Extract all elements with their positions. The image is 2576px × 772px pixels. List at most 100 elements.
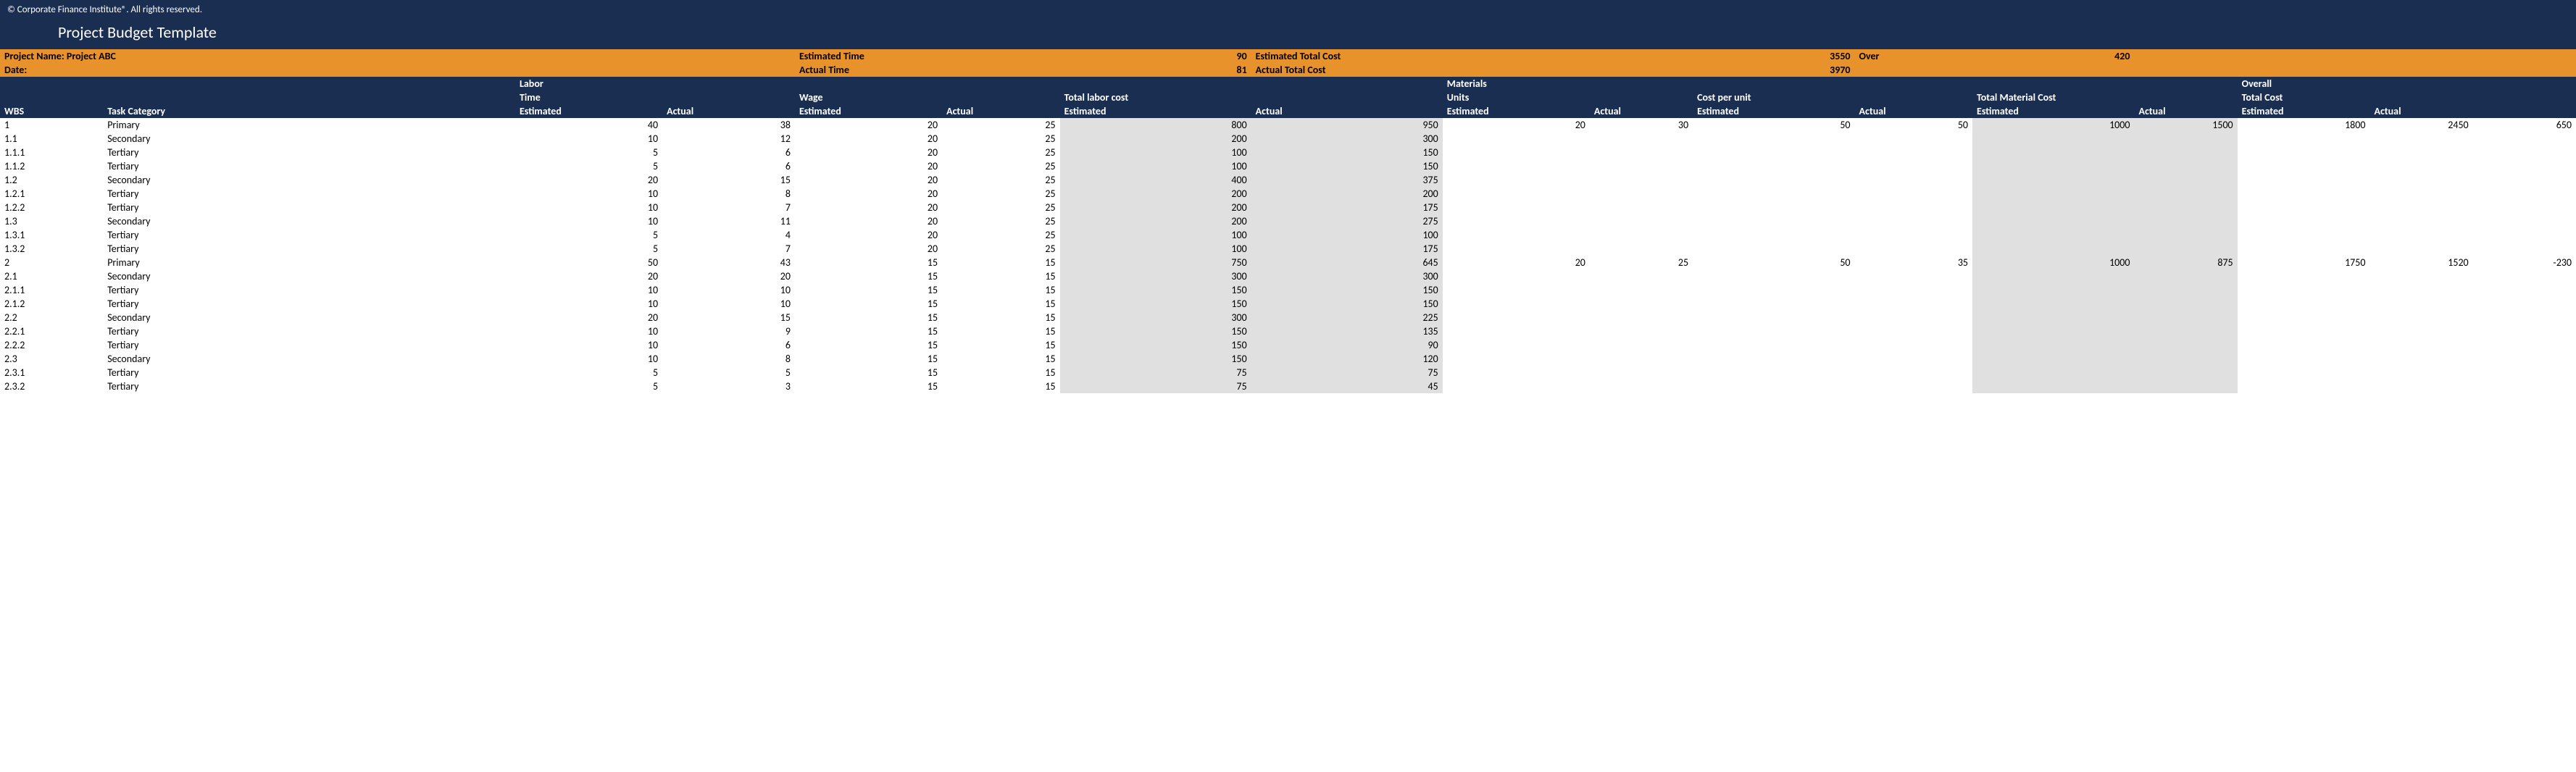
cell-we: 20 (795, 201, 942, 214)
cell-tla: 375 (1251, 173, 1443, 187)
cell-tle: 300 (1060, 311, 1251, 324)
cell-wbs: 2.1 (0, 269, 103, 283)
cell-wbs: 2.2.2 (0, 338, 103, 352)
cell-tma (2134, 297, 2237, 311)
cell-oe (2238, 201, 2370, 214)
cell-oe (2238, 366, 2370, 379)
cell-tle: 800 (1060, 118, 1251, 132)
cell-wa: 15 (942, 352, 1060, 366)
cell-wa: 25 (942, 159, 1060, 173)
cell-cpe (1693, 228, 1854, 242)
table-row: 2.1.1Tertiary10101515150150 (0, 283, 2576, 297)
cell-cpa (1855, 366, 1973, 379)
cell-ta: 10 (662, 297, 795, 311)
cell-te: 5 (515, 242, 662, 256)
cell-cpe (1693, 311, 1854, 324)
cell-oa (2369, 269, 2472, 283)
cell-tla: 100 (1251, 228, 1443, 242)
cell-oe (2238, 379, 2370, 393)
cell-var (2473, 324, 2576, 338)
cell-we: 20 (795, 159, 942, 173)
cell-tla: 275 (1251, 214, 1443, 228)
cell-te: 10 (515, 324, 662, 338)
cell-cpa (1855, 228, 1973, 242)
cell-wbs: 1.2 (0, 173, 103, 187)
cell-wa: 15 (942, 256, 1060, 269)
cell-tla: 175 (1251, 201, 1443, 214)
cell-cpa (1855, 338, 1973, 352)
hdr-units: Units (1443, 91, 1693, 104)
cell-ua (1590, 132, 1693, 146)
cell-tle: 100 (1060, 228, 1251, 242)
cell-tma (2134, 173, 2237, 187)
date-cell: Date: (0, 63, 795, 77)
cell-var: -230 (2473, 256, 2576, 269)
cell-tme (1972, 283, 2134, 297)
cell-te: 5 (515, 228, 662, 242)
hdr-total-material: Total Material Cost (1972, 91, 2238, 104)
table-row: 2.1.2Tertiary10101515150150 (0, 297, 2576, 311)
cell-tle: 400 (1060, 173, 1251, 187)
cell-tle: 200 (1060, 214, 1251, 228)
table-row: 1.2.2Tertiary1072025200175 (0, 201, 2576, 214)
cell-cpe (1693, 366, 1854, 379)
cell-tma (2134, 146, 2237, 159)
cell-ue (1443, 366, 1590, 379)
table-row: 2.2.2Tertiary106151515090 (0, 338, 2576, 352)
cell-tle: 150 (1060, 297, 1251, 311)
cell-ta: 7 (662, 201, 795, 214)
table-row: 1.1.1Tertiary562025100150 (0, 146, 2576, 159)
cell-tme (1972, 242, 2134, 256)
cell-task: Tertiary (103, 201, 515, 214)
cell-cpe (1693, 187, 1854, 201)
hdr-tme: Estimated (1972, 104, 2134, 118)
cell-wa: 15 (942, 338, 1060, 352)
hdr-oe: Estimated (2238, 104, 2370, 118)
hdr-ua: Actual (1590, 104, 1693, 118)
cell-tma (2134, 283, 2237, 297)
cell-cpa (1855, 159, 1973, 173)
cell-task: Tertiary (103, 242, 515, 256)
cell-ta: 3 (662, 379, 795, 393)
est-cost-val: 3550 (1693, 49, 1854, 63)
cell-ta: 9 (662, 324, 795, 338)
cell-wbs: 1.3.1 (0, 228, 103, 242)
cell-wbs: 1.1.1 (0, 146, 103, 159)
cell-tle: 100 (1060, 146, 1251, 159)
cell-tma: 875 (2134, 256, 2237, 269)
hdr-wbs: WBS (0, 104, 103, 118)
cell-we: 20 (795, 242, 942, 256)
table-row: 2.2.1Tertiary1091515150135 (0, 324, 2576, 338)
cell-task: Tertiary (103, 338, 515, 352)
cell-oe (2238, 242, 2370, 256)
cell-oa (2369, 201, 2472, 214)
table-row: 2.3Secondary1081515150120 (0, 352, 2576, 366)
hdr-overall: Overall (2238, 77, 2576, 91)
hdr-cpu: Cost per unit (1693, 91, 1972, 104)
cell-we: 20 (795, 118, 942, 132)
cell-te: 10 (515, 352, 662, 366)
cell-wa: 15 (942, 311, 1060, 324)
cell-oa: 2450 (2369, 118, 2472, 132)
cell-te: 5 (515, 379, 662, 393)
cell-wbs: 2.3.2 (0, 379, 103, 393)
cell-tma (2134, 269, 2237, 283)
hdr-te: Estimated (515, 104, 662, 118)
cell-ue (1443, 201, 1590, 214)
cell-ua (1590, 214, 1693, 228)
cell-cpe (1693, 242, 1854, 256)
cell-tma (2134, 214, 2237, 228)
cell-var: 650 (2473, 118, 2576, 132)
cell-te: 10 (515, 283, 662, 297)
cell-tme (1972, 214, 2134, 228)
cell-wbs: 1.3.2 (0, 242, 103, 256)
cell-oe (2238, 159, 2370, 173)
cell-tme (1972, 187, 2134, 201)
cell-oa (2369, 352, 2472, 366)
hdr-we: Estimated (795, 104, 942, 118)
cell-var (2473, 283, 2576, 297)
cell-tma (2134, 311, 2237, 324)
act-cost-label: Actual Total Cost (1251, 63, 1590, 77)
cell-oe (2238, 228, 2370, 242)
cell-ue (1443, 283, 1590, 297)
